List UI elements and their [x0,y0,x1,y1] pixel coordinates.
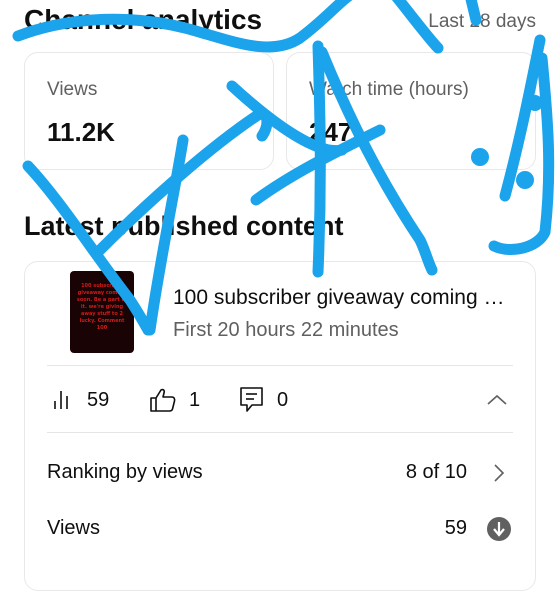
views-label: Views [47,79,98,100]
views-row-value: 59 [444,517,467,539]
comments-count: 0 [277,388,289,411]
comment-icon [239,386,265,414]
latest-content-card: 100 subscriber giveaway coming soon. Be … [24,261,536,591]
video-title[interactable]: 100 subscriber giveaway coming soon [173,286,513,310]
thumbs-up-icon [149,387,177,413]
section-title: Latest published content [24,211,344,241]
divider [47,365,513,366]
bar-chart-icon [51,388,75,412]
date-range[interactable]: Last 28 days [428,11,536,33]
watch-time-card[interactable]: Watch time (hours) 247 [286,52,536,170]
thumbnail-text: 100 subscriber giveaway coming soon. Be … [76,283,128,331]
video-subtitle: First 20 hours 22 minutes [173,319,399,341]
comments-metric: 0 [239,386,288,414]
video-thumbnail[interactable]: 100 subscriber giveaway coming soon. Be … [70,271,134,353]
views-card[interactable]: Views 11.2K [24,52,274,170]
scribble-dot [516,171,534,189]
divider [47,432,513,433]
views-metric: 59 [51,386,109,414]
ranking-label: Ranking by views [47,461,203,483]
chevron-right-icon[interactable] [489,461,509,490]
header-title: Channel analytics [24,4,263,35]
views-count: 59 [87,388,110,411]
collapse-button[interactable] [483,386,511,414]
views-row-label: Views [47,517,100,539]
chevron-up-icon [483,394,511,418]
ranking-value: 8 of 10 [405,461,467,483]
likes-count: 1 [189,388,201,411]
views-value: 11.2K [47,117,115,147]
arrow-down-circle-icon [486,516,512,547]
likes-metric: 1 [149,386,200,414]
watch-time-label: Watch time (hours) [309,79,469,100]
watch-time-value: 247 [309,117,353,147]
